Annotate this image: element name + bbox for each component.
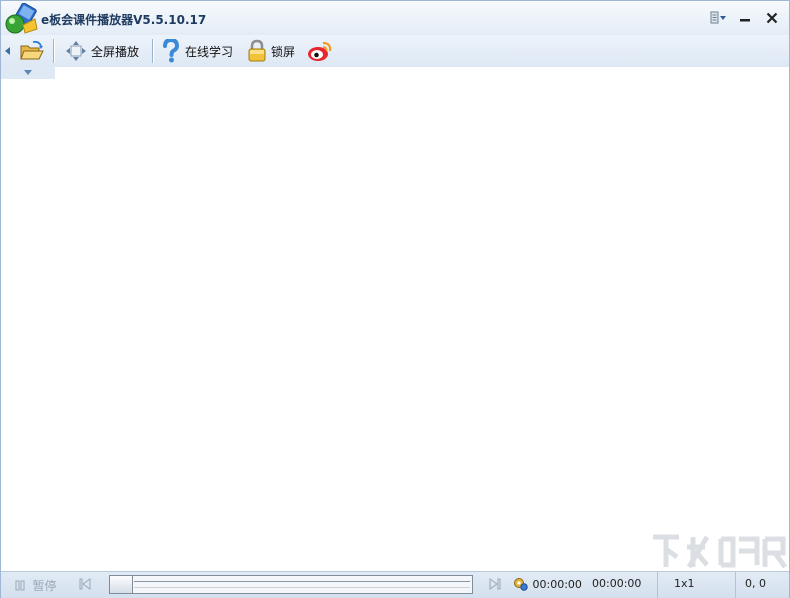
progress-track — [134, 581, 470, 588]
progress-thumb[interactable] — [110, 576, 133, 593]
lock-icon — [248, 39, 266, 62]
help-question-icon — [163, 39, 180, 63]
window-title: e板会课件播放器V5.5.10.17 — [41, 13, 207, 27]
toolbar-separator — [152, 39, 154, 63]
status-divider — [735, 572, 736, 598]
weibo-share-button[interactable] — [307, 39, 333, 63]
app-window: e板会课件播放器V5.5.10.17 全屏播放 在线学习 锁屏 暂停 00:00… — [0, 0, 790, 598]
toolbar-collapse-toggle[interactable] — [1, 67, 55, 79]
fullscreen-label: 全屏播放 — [91, 44, 140, 59]
previous-button[interactable] — [79, 578, 91, 593]
content-area[interactable] — [1, 67, 789, 571]
toolbar-scroll-left-icon[interactable] — [5, 47, 11, 55]
toolbar-separator — [53, 39, 55, 63]
settings-gear-icon — [514, 578, 528, 591]
lock-screen-button[interactable]: 锁屏 — [247, 39, 295, 63]
pause-icon — [15, 580, 25, 591]
zoom-level: 1x1 — [674, 577, 695, 590]
online-learning-button[interactable]: 在线学习 — [161, 39, 233, 63]
online-learning-label: 在线学习 — [185, 44, 234, 59]
time-total: 00:00:00 — [592, 577, 642, 590]
fullscreen-button[interactable]: 全屏播放 — [65, 39, 139, 63]
menu-dropdown-icon — [710, 11, 726, 24]
pause-button[interactable]: 暂停 — [15, 577, 57, 594]
minimize-button[interactable] — [735, 9, 755, 27]
status-bar: 暂停 00:00:00 00:00:00 1x1 0, 0 — [1, 571, 789, 598]
toolbar: 全屏播放 在线学习 锁屏 — [1, 35, 789, 67]
folder-open-icon — [20, 40, 44, 60]
next-button[interactable] — [489, 578, 501, 593]
progress-slider[interactable] — [109, 575, 473, 594]
cursor-coords: 0, 0 — [745, 577, 766, 590]
status-divider — [657, 572, 658, 598]
watermark-logo — [653, 534, 788, 569]
close-button[interactable] — [762, 9, 782, 27]
time-current-label: 00:00:00 — [532, 578, 582, 591]
skip-forward-icon — [489, 578, 501, 590]
app-logo-icon — [5, 3, 38, 34]
lock-screen-label: 锁屏 — [271, 44, 296, 59]
minimize-icon — [740, 19, 750, 22]
title-bar: e板会课件播放器V5.5.10.17 — [1, 1, 789, 35]
weibo-icon — [308, 41, 332, 61]
time-current: 00:00:00 — [513, 577, 582, 591]
pause-label: 暂停 — [32, 579, 57, 593]
menu-button[interactable] — [709, 9, 729, 27]
fullscreen-icon — [66, 41, 86, 61]
chevron-down-icon — [24, 70, 32, 75]
close-icon — [766, 12, 778, 24]
skip-back-icon — [79, 578, 91, 590]
open-button[interactable] — [19, 39, 45, 63]
